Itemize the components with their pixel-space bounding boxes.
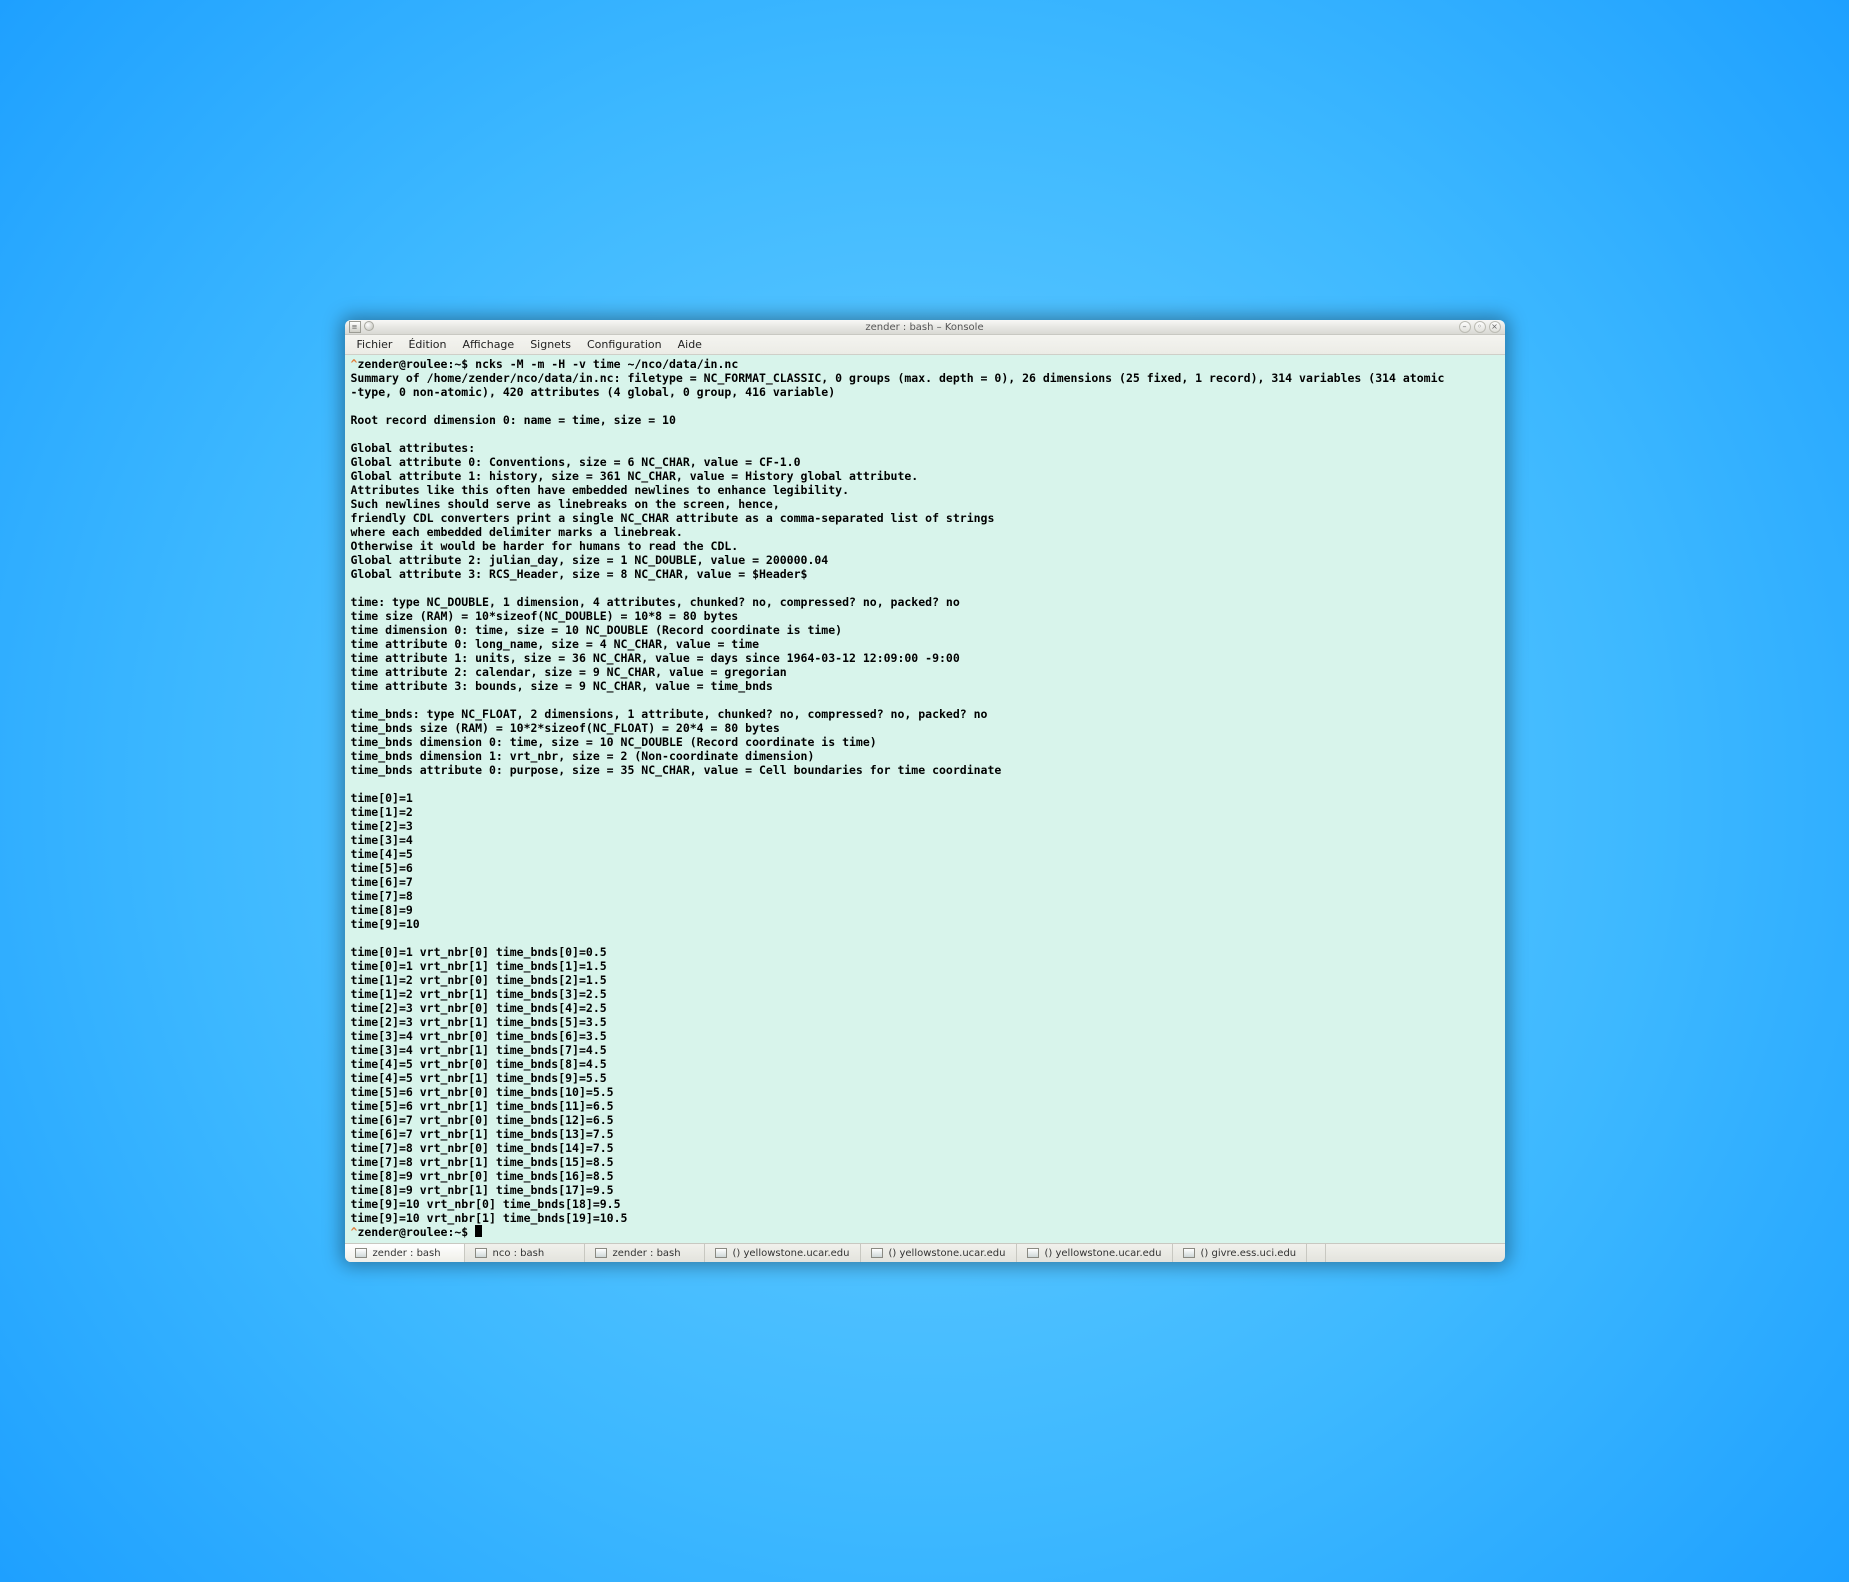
tab-label: () yellowstone.ucar.edu bbox=[1045, 1248, 1162, 1259]
tab-4[interactable]: () yellowstone.ucar.edu bbox=[705, 1244, 861, 1262]
tab-label: zender : bash bbox=[373, 1248, 441, 1259]
tab-1[interactable]: zender : bash bbox=[345, 1244, 465, 1262]
tab-7[interactable]: () givre.ess.uci.edu bbox=[1173, 1244, 1308, 1262]
prompt: zender@roulee:~$ bbox=[357, 357, 475, 371]
tab-label: nco : bash bbox=[493, 1248, 545, 1259]
new-tab-button[interactable] bbox=[1307, 1244, 1326, 1262]
menu-edition[interactable]: Édition bbox=[400, 337, 454, 352]
terminal-tab-icon bbox=[355, 1248, 367, 1258]
command: ncks -M -m -H -v time ~/nco/data/in.nc bbox=[475, 357, 738, 371]
window-title: zender : bash – Konsole bbox=[345, 322, 1505, 333]
menubar: Fichier Édition Affichage Signets Config… bbox=[345, 335, 1505, 355]
tab-6[interactable]: () yellowstone.ucar.edu bbox=[1017, 1244, 1173, 1262]
tab-3[interactable]: zender : bash bbox=[585, 1244, 705, 1262]
menu-configuration[interactable]: Configuration bbox=[579, 337, 670, 352]
menu-aide[interactable]: Aide bbox=[670, 337, 710, 352]
menu-fichier[interactable]: Fichier bbox=[349, 337, 401, 352]
terminal-tab-icon bbox=[595, 1248, 607, 1258]
tab-label: () givre.ess.uci.edu bbox=[1201, 1248, 1297, 1259]
terminal-tab-icon bbox=[475, 1248, 487, 1258]
cursor-icon bbox=[475, 1225, 482, 1237]
tab-label: () yellowstone.ucar.edu bbox=[889, 1248, 1006, 1259]
menu-affichage[interactable]: Affichage bbox=[455, 337, 523, 352]
prompt: zender@roulee:~$ bbox=[357, 1225, 475, 1239]
terminal-tab-icon bbox=[715, 1248, 727, 1258]
terminal-tab-icon bbox=[1027, 1248, 1039, 1258]
titlebar[interactable]: ≡ zender : bash – Konsole – ◦ × bbox=[345, 320, 1505, 335]
tab-label: () yellowstone.ucar.edu bbox=[733, 1248, 850, 1259]
terminal-tab-icon bbox=[1183, 1248, 1195, 1258]
terminal[interactable]: ^zender@roulee:~$ ncks -M -m -H -v time … bbox=[345, 355, 1505, 1243]
tab-label: zender : bash bbox=[613, 1248, 681, 1259]
tab-2[interactable]: nco : bash bbox=[465, 1244, 585, 1262]
tab-5[interactable]: () yellowstone.ucar.edu bbox=[861, 1244, 1017, 1262]
terminal-output: Summary of /home/zender/nco/data/in.nc: … bbox=[351, 371, 1445, 1225]
tabbar: zender : bash nco : bash zender : bash (… bbox=[345, 1243, 1505, 1262]
terminal-tab-icon bbox=[871, 1248, 883, 1258]
konsole-window: ≡ zender : bash – Konsole – ◦ × Fichier … bbox=[345, 320, 1505, 1262]
menu-signets[interactable]: Signets bbox=[522, 337, 579, 352]
